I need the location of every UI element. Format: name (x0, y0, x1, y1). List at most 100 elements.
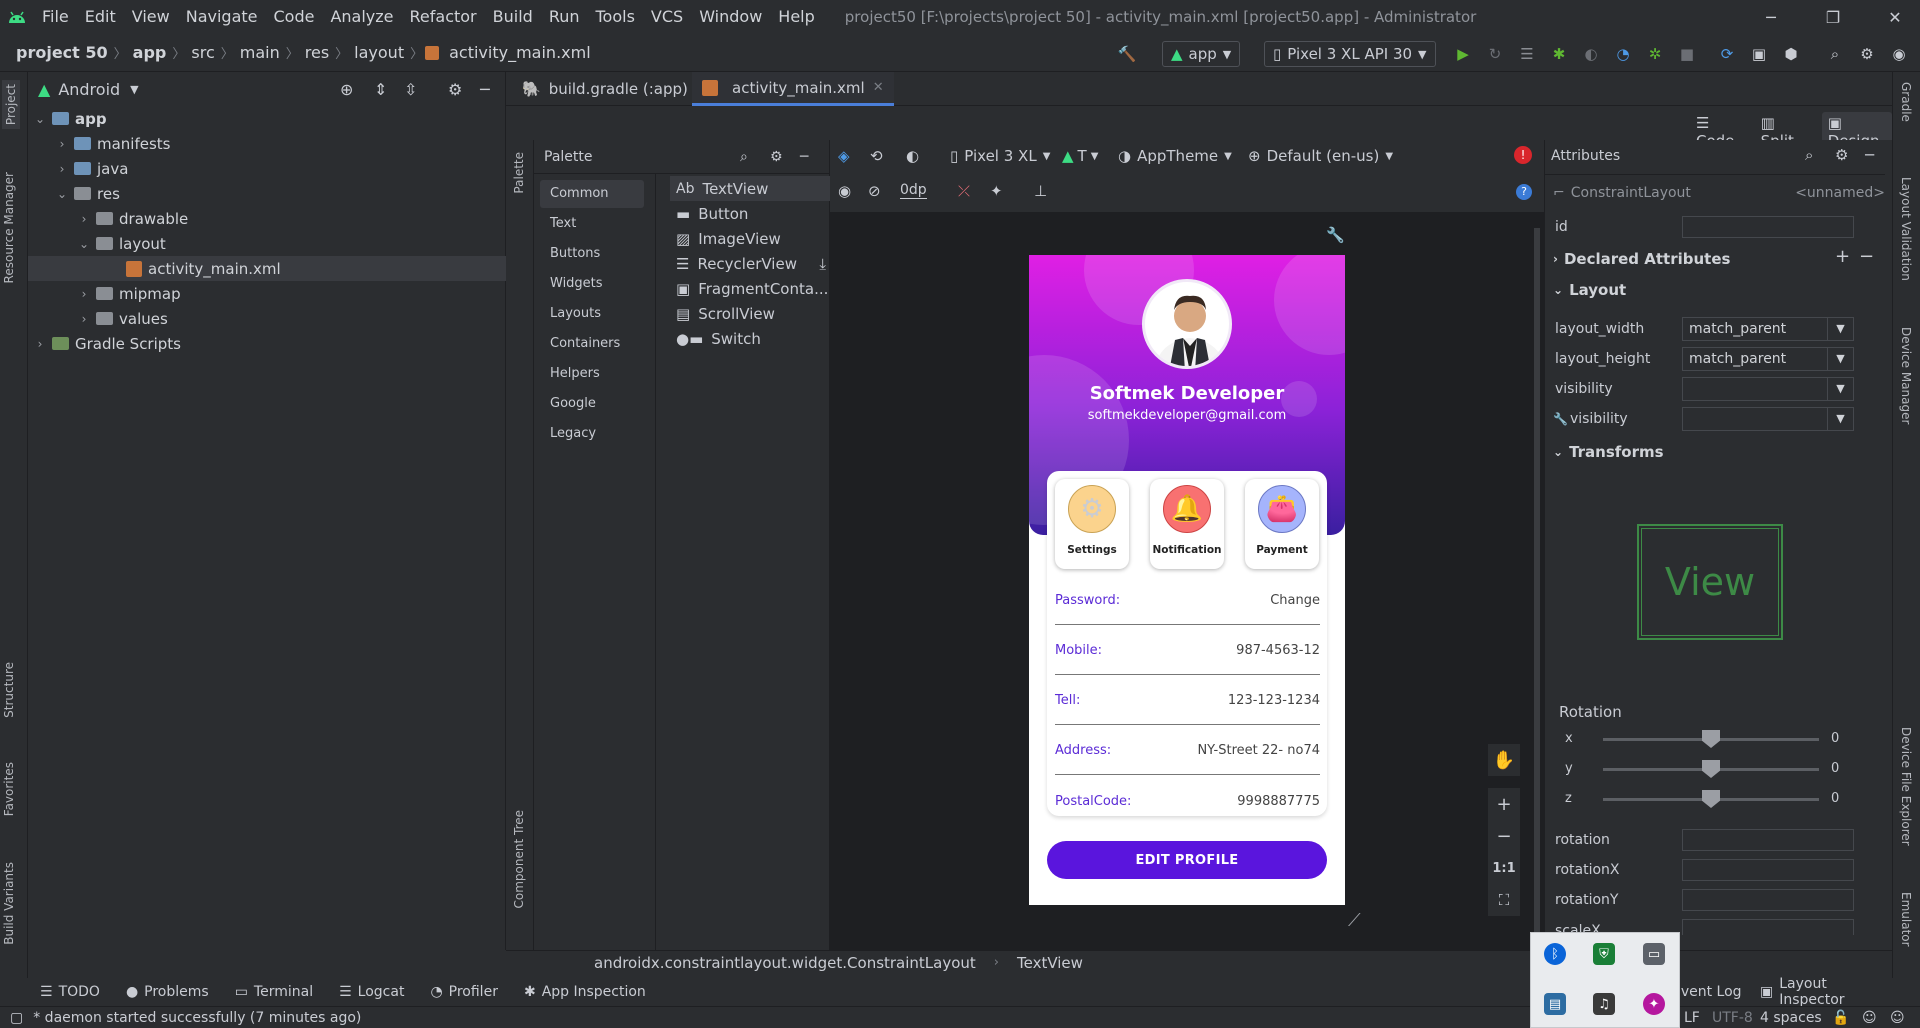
breadcrumb-layout[interactable]: layout (350, 43, 408, 62)
rotation-z-slider[interactable] (1603, 790, 1819, 808)
coverage-icon[interactable]: ◐ (1580, 41, 1602, 67)
profiler-icon[interactable]: ◔ (1612, 41, 1634, 67)
tree-item-mipmap[interactable]: › mipmap (28, 281, 506, 306)
device-select[interactable]: ▯ Pixel 3 XL API 30 ▼ (1264, 41, 1436, 67)
lock-icon[interactable]: 🔓 (1832, 1010, 1849, 1026)
apply-code-icon[interactable]: ☰ (1516, 41, 1538, 67)
breadcrumb-main[interactable]: main (236, 43, 284, 62)
chevron-down-icon[interactable]: ⌄ (76, 237, 92, 251)
status-toggle-icon[interactable]: ▢ (10, 1010, 23, 1026)
slider-thumb[interactable] (1702, 760, 1720, 778)
avd-manager-icon[interactable]: ▣ (1748, 41, 1770, 67)
hide-icon[interactable]: ─ (800, 149, 808, 165)
breadcrumb-res[interactable]: res (301, 43, 333, 62)
device-manager-tab[interactable]: Device Manager (1899, 327, 1913, 424)
component-path-item[interactable]: androidx.constraintlayout.widget.Constra… (594, 954, 976, 972)
phone-preview[interactable]: Softmek Developer softmekdeveloper@gmail… (1029, 255, 1345, 905)
tools-visibility-select[interactable]: ▼ (1682, 407, 1854, 431)
tree-item-gradle-scripts[interactable]: › Gradle Scripts (28, 331, 506, 356)
slider-thumb[interactable] (1702, 730, 1720, 748)
rotation-x-slider[interactable] (1603, 730, 1819, 748)
remove-attribute-icon[interactable]: − (1859, 246, 1874, 267)
night-mode-icon[interactable]: ◐ (906, 147, 919, 165)
palette-category-buttons[interactable]: Buttons (540, 240, 644, 268)
default-margin-field[interactable]: 0dp (900, 182, 927, 199)
tree-item-res[interactable]: ⌄ res (28, 181, 506, 206)
settings-tile[interactable]: ⚙ Settings (1055, 479, 1129, 569)
restore-button[interactable]: ❐ (1808, 0, 1858, 34)
expand-all-icon[interactable]: ⇕ (374, 80, 387, 99)
layers-icon[interactable]: ◈ (838, 147, 850, 165)
layout-section-header[interactable]: ⌄ Layout (1553, 281, 1626, 299)
wrench-icon[interactable]: 🔧 (1326, 226, 1345, 244)
locale-picker[interactable]: ⊕ Default (en-us) ▼ (1248, 147, 1393, 165)
palette-category-containers[interactable]: Containers (540, 330, 644, 358)
terminal-tool-button[interactable]: ▭ Terminal (235, 984, 313, 1000)
slider-thumb[interactable] (1702, 790, 1720, 808)
tab-build-gradle[interactable]: 🐘 build.gradle (:app) ✕ (512, 72, 717, 106)
canvas-scrollbar[interactable] (1534, 228, 1540, 938)
layout-height-select[interactable]: match_parent ▼ (1682, 347, 1854, 371)
guidelines-icon[interactable]: ⊥ (1034, 182, 1047, 200)
search-icon[interactable]: ⌕ (1824, 41, 1846, 67)
settings-gear-icon[interactable]: ⚙ (1835, 146, 1848, 164)
attach-debugger-icon[interactable]: ✲ (1644, 41, 1666, 67)
menu-build[interactable]: Build (485, 0, 541, 34)
gradle-tab[interactable]: Gradle (1899, 82, 1913, 122)
pan-hand-icon[interactable]: ✋ (1488, 744, 1520, 776)
breadcrumb-src[interactable]: src (187, 43, 218, 62)
info-row-tell[interactable]: Tell: 123-123-1234 (1055, 675, 1320, 725)
info-row-address[interactable]: Address: NY-Street 22- no74 (1055, 725, 1320, 775)
layout-inspector-tool-button[interactable]: ▣ Layout Inspector (1760, 976, 1894, 1008)
settings-gear-icon[interactable]: ⚙ (1856, 41, 1878, 67)
menu-vcs[interactable]: VCS (643, 0, 691, 34)
palette-tab[interactable]: Palette (512, 152, 526, 194)
todo-tool-button[interactable]: ☰ TODO (40, 984, 100, 1000)
palette-item-imageview[interactable]: ▨ ImageView (670, 226, 830, 251)
indent-setting[interactable]: 4 spaces (1760, 1010, 1822, 1026)
palette-category-google[interactable]: Google (540, 390, 644, 418)
settings-gear-icon[interactable]: ⚙ (448, 80, 462, 99)
app-inspection-tool-button[interactable]: ✱ App Inspection (524, 984, 646, 1000)
menu-refactor[interactable]: Refactor (402, 0, 485, 34)
stop-icon[interactable]: ■ (1676, 41, 1698, 67)
api-picker[interactable]: ▲ T ▼ (1062, 147, 1098, 165)
help-icon[interactable]: ? (1516, 184, 1532, 200)
sdk-manager-icon[interactable]: ⬢ (1780, 41, 1802, 67)
menu-help[interactable]: Help (770, 0, 822, 34)
declared-attributes-header[interactable]: › Declared Attributes (1553, 250, 1730, 268)
palette-item-fragmentcontainer[interactable]: ▣ FragmentConta... (670, 276, 830, 301)
apply-changes-icon[interactable]: ↻ (1484, 41, 1506, 67)
close-icon[interactable]: ✕ (873, 80, 884, 95)
palette-category-common[interactable]: Common (540, 180, 644, 208)
id-input[interactable] (1682, 216, 1854, 238)
run-icon[interactable]: ▶ (1452, 41, 1474, 67)
orientation-icon[interactable]: ⟲ (870, 147, 883, 165)
palette-item-button[interactable]: ▬ Button (670, 201, 830, 226)
search-icon[interactable]: ⌕ (1805, 146, 1813, 164)
logcat-tool-button[interactable]: ☰ Logcat (339, 984, 404, 1000)
build-variants-tab[interactable]: Build Variants (2, 862, 16, 945)
display-icon[interactable]: ▭ (1643, 943, 1665, 965)
info-row-password[interactable]: Password: Change (1055, 575, 1320, 625)
chevron-right-icon[interactable]: › (76, 212, 92, 226)
debug-icon[interactable]: ✱ (1548, 41, 1570, 67)
tree-item-activity-main[interactable]: activity_main.xml (28, 256, 506, 281)
tree-item-layout[interactable]: ⌄ layout (28, 231, 506, 256)
run-config-select[interactable]: ▲ app ▼ (1162, 41, 1241, 67)
tree-item-app[interactable]: ⌄ app (28, 106, 506, 131)
resize-handle-icon[interactable]: ⟋ (1348, 910, 1361, 931)
layout-validation-tab[interactable]: Layout Validation (1899, 177, 1913, 281)
palette-category-text[interactable]: Text (540, 210, 644, 238)
infer-constraints-icon[interactable]: ✦ (990, 182, 1003, 200)
breadcrumb-app[interactable]: app (129, 43, 171, 62)
zoom-actual-button[interactable]: 1:1 (1488, 852, 1520, 884)
palette-category-legacy[interactable]: Legacy (540, 420, 644, 448)
profiler-tool-button[interactable]: ◔ Profiler (430, 984, 498, 1000)
download-icon[interactable]: ⤓ (819, 255, 826, 273)
edit-profile-button[interactable]: EDIT PROFILE (1047, 841, 1327, 879)
chevron-right-icon[interactable]: › (32, 337, 48, 351)
layout-width-select[interactable]: match_parent ▼ (1682, 317, 1854, 341)
transforms-section-header[interactable]: ⌄ Transforms (1553, 443, 1664, 461)
avatar[interactable] (1142, 279, 1232, 369)
